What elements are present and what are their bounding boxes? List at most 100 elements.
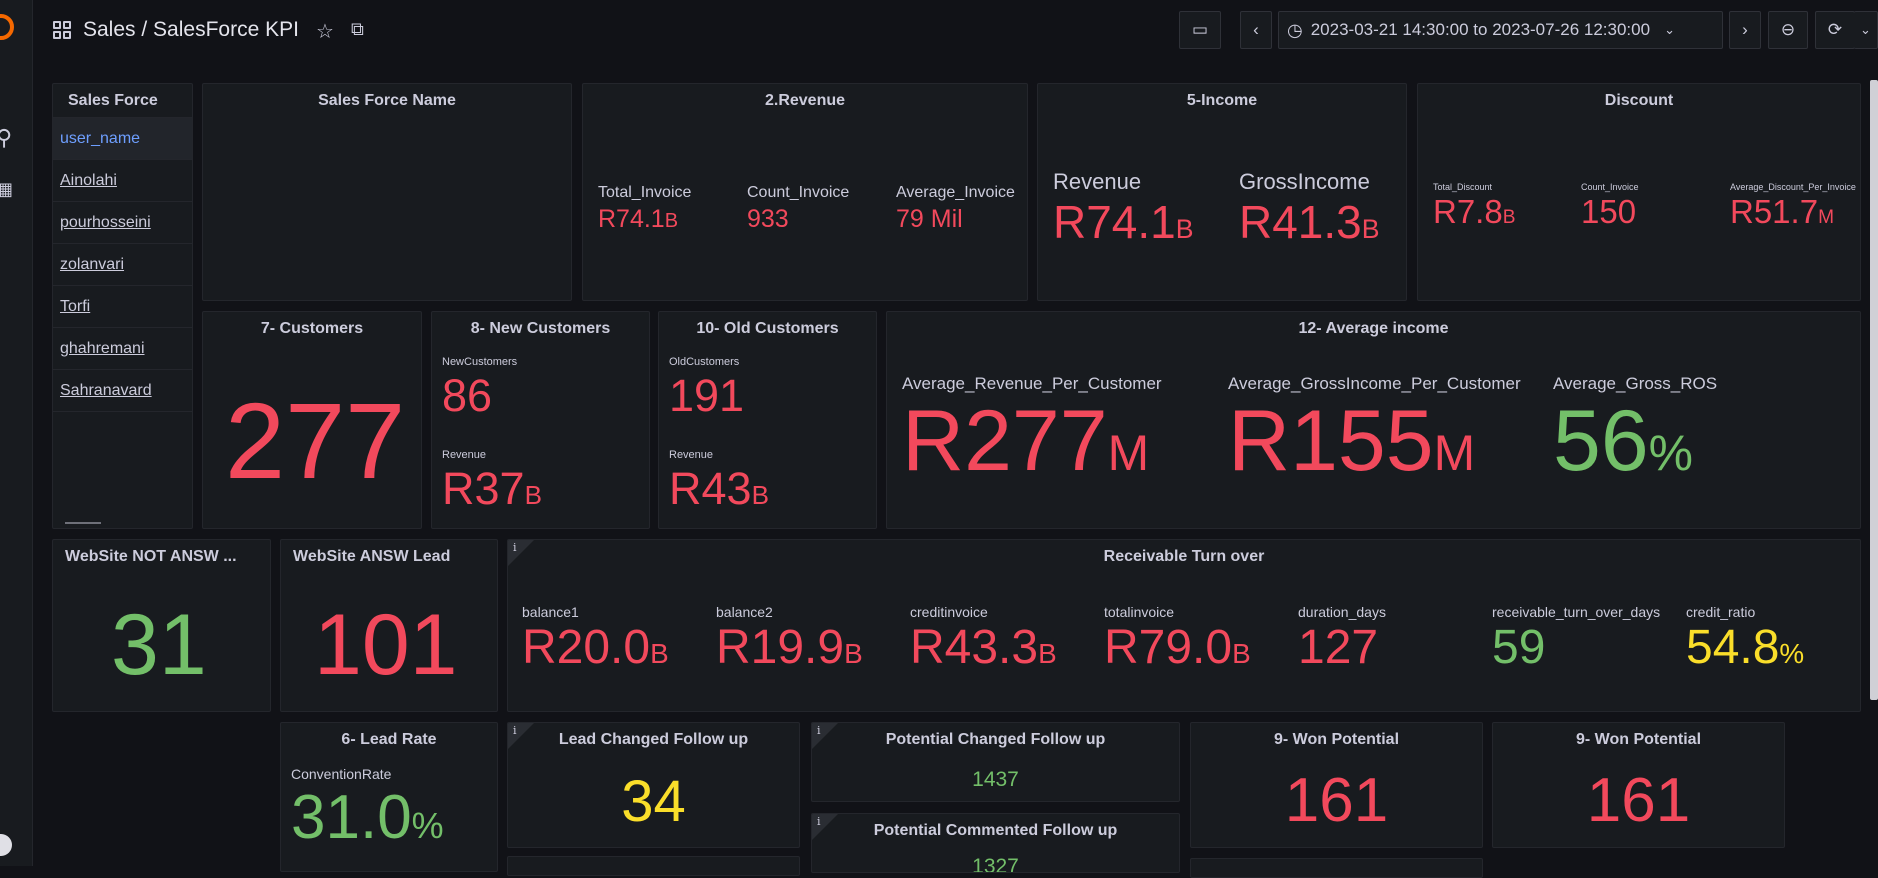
stat-value: 1437 [972, 768, 1019, 791]
refresh-interval-dropdown[interactable]: ⌄ [1854, 11, 1878, 49]
won-potential-panel: 9- Won Potential 161 [1492, 722, 1785, 848]
website-answ-lead-panel: WebSite ANSW Lead 101 [280, 539, 498, 712]
stat-credit-ratio: credit_ratio 54.8% [1686, 604, 1804, 675]
panel-title[interactable]: 9- Won Potential [1493, 731, 1784, 749]
stat-receivable-turn-over-days: receivable_turn_over_days 59 [1492, 604, 1660, 675]
average-income-panel: 12- Average income Average_Revenue_Per_C… [886, 311, 1861, 529]
tv-mode-button[interactable]: ▭ [1179, 11, 1221, 49]
stat-duration-days: duration_days 127 [1298, 604, 1386, 675]
table-row[interactable]: Ainolahi [53, 160, 192, 202]
stat-value: 127 [1298, 621, 1379, 674]
stat-new-revenue: Revenue R37B [442, 449, 542, 515]
side-nav: ⚲ ▦ [0, 0, 33, 866]
panel-title[interactable]: 5-Income [1038, 92, 1406, 110]
search-icon[interactable]: ⚲ [0, 127, 12, 149]
panel-title[interactable]: Sales Force Name [203, 92, 571, 110]
user-avatar[interactable] [0, 834, 12, 856]
stat-avg-gross-ros: Average_Gross_ROS 56% [1553, 374, 1717, 491]
stat-number: R74.1 [598, 205, 665, 233]
income-panel: 5-Income Revenue R74.1B GrossIncome R41.… [1037, 83, 1407, 301]
panel-title[interactable]: Potential Changed Follow up [812, 731, 1179, 749]
stat-label: Average_Revenue_Per_Customer [902, 374, 1162, 393]
stat-label: Total_Invoice [598, 184, 692, 201]
horizontal-scrollbar[interactable] [65, 522, 101, 524]
stat-label: balance1 [522, 604, 579, 620]
panel-title[interactable]: Lead Changed Follow up [508, 731, 799, 749]
table-row[interactable]: zolanvari [53, 244, 192, 286]
stat-value: 277 [225, 380, 406, 501]
clock-icon: ◷ [1287, 19, 1303, 40]
won-potential-panel: 9- Won Potential 161 [1190, 722, 1483, 848]
stat-value: R41.3B [1239, 195, 1380, 249]
potential-changed-followup-panel: i Potential Changed Follow up 1437 [811, 722, 1180, 802]
panel-title[interactable]: 6- Lead Rate [281, 731, 497, 749]
stat-label: totalinvoice [1104, 604, 1175, 620]
stat-label: Revenue [1053, 169, 1142, 194]
receivable-turnover-panel: i Receivable Turn over balance1 R20.0B b… [507, 539, 1861, 712]
top-bar: Sales / SalesForce KPI ☆ ⧉ ▭ ‹ ◷ 2023-03… [33, 0, 1878, 62]
table-row[interactable]: pourhosseini [53, 202, 192, 244]
stat-label: receivable_turn_over_days [1492, 604, 1661, 620]
stat-value: R277M [902, 392, 1162, 491]
table-row[interactable]: Sahranavard [53, 370, 192, 412]
panel-title[interactable]: WebSite ANSW Lead [281, 548, 497, 566]
stat-value: 59 [1492, 621, 1546, 674]
stat-number: R41.3 [1239, 196, 1362, 248]
panel-title[interactable]: 2.Revenue [583, 92, 1027, 110]
grafana-logo-icon[interactable] [0, 14, 14, 40]
stat-number: R74.1 [1053, 196, 1176, 248]
panel-title[interactable]: 12- Average income [887, 320, 1860, 338]
stat-label: Count_Invoice [1581, 182, 1639, 192]
table-row[interactable]: ghahremani [53, 328, 192, 370]
stat-unit: B [1502, 207, 1516, 228]
panel-title[interactable]: 7- Customers [203, 320, 421, 338]
stat-label: balance2 [716, 604, 773, 620]
stat-value: 150 [1581, 193, 1637, 230]
stat-label: OldCustomers [669, 356, 740, 368]
stat-value: 31.0% [291, 782, 444, 853]
panel-title[interactable]: Potential Commented Follow up [812, 822, 1179, 840]
stat-value: R43B [669, 463, 769, 515]
stat-value: R74.1B [598, 205, 691, 234]
refresh-button[interactable]: ⟳ [1815, 11, 1855, 49]
chevron-down-icon: ⌄ [1860, 22, 1871, 37]
stat-balance2: balance2 R19.9B [716, 604, 863, 675]
time-back-button[interactable]: ‹ [1240, 11, 1272, 49]
zoom-out-button[interactable]: ⊖ [1768, 11, 1808, 49]
panel-title[interactable]: WebSite NOT ANSW ... [53, 548, 270, 566]
star-icon[interactable]: ☆ [316, 19, 334, 44]
page-title[interactable]: Sales / SalesForce KPI [83, 18, 299, 42]
panel-title[interactable]: Discount [1418, 92, 1860, 110]
stat-avg-revenue-per-customer: Average_Revenue_Per_Customer R277M [902, 374, 1162, 491]
panel-title[interactable]: 10- Old Customers [659, 320, 876, 338]
time-forward-button[interactable]: › [1729, 11, 1761, 49]
panel-title[interactable]: Receivable Turn over [508, 548, 1860, 566]
table-header[interactable]: Sales Force [53, 84, 192, 118]
stat-label: creditinvoice [910, 604, 988, 620]
stat-revenue: Revenue R74.1B [1053, 169, 1194, 249]
table-row[interactable]: Torfi [53, 286, 192, 328]
stat-value: R37B [442, 463, 542, 515]
stat-value: 1327 [972, 855, 1019, 873]
stat-label: Average_Invoice [896, 184, 1015, 201]
stat-unit: B [751, 480, 769, 510]
dashboards-icon[interactable]: ▦ [0, 178, 13, 200]
stat-unit: B [1361, 214, 1380, 244]
stat-gross-income: GrossIncome R41.3B [1239, 169, 1380, 249]
stat-label: Total_Discount [1433, 182, 1493, 192]
stat-value: R74.1B [1053, 195, 1194, 249]
time-range-picker[interactable]: ◷ 2023-03-21 14:30:00 to 2023-07-26 12:3… [1278, 11, 1723, 49]
table-row[interactable]: user_name [53, 118, 192, 160]
stat-label: Average_Discount_Per_Invoice [1730, 182, 1856, 192]
scrollbar[interactable] [1870, 80, 1878, 700]
stat-average-discount: Average_Discount_Per_Invoice R51.7M [1730, 182, 1856, 231]
stat-number: 31.0 [291, 783, 412, 852]
share-icon[interactable]: ⧉ [351, 19, 364, 40]
panel-title[interactable]: 9- Won Potential [1191, 731, 1482, 749]
stat-value: R79.0B [1104, 620, 1251, 675]
stat-unit: M [1433, 425, 1476, 481]
panel-title[interactable]: 8- New Customers [432, 320, 649, 338]
stat-new-customers: NewCustomers 86 [442, 356, 517, 422]
new-customers-panel: 8- New Customers NewCustomers 86 Revenue… [431, 311, 650, 529]
potential-commented-followup-panel: i Potential Commented Follow up 1327 [811, 813, 1180, 873]
